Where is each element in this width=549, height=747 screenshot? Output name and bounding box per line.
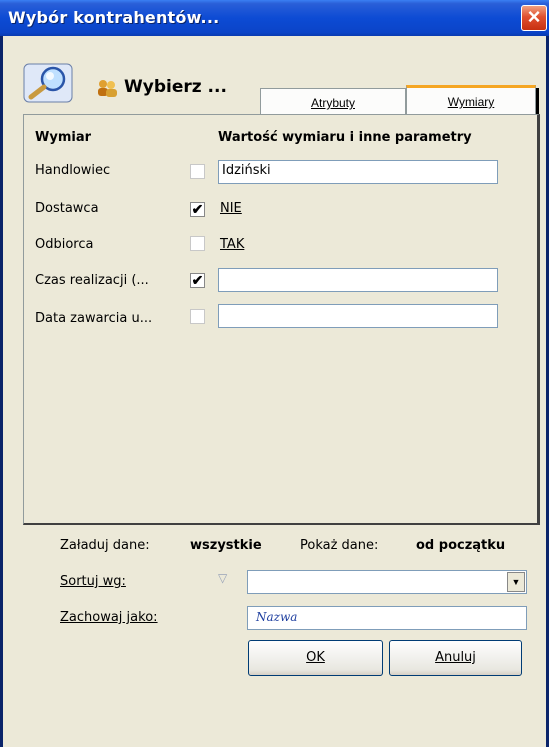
window-title: Wybór kontrahentów... (8, 8, 220, 27)
load-data-value[interactable]: wszystkie (190, 538, 262, 553)
dimension-value-input[interactable] (218, 268, 498, 292)
dimension-checkbox[interactable] (190, 164, 205, 179)
save-as-label: Zachowaj jako: (60, 610, 158, 625)
users-icon (98, 80, 117, 97)
sort-select[interactable]: ▼ (247, 570, 527, 594)
tab-wymiary[interactable]: Wymiary (406, 85, 539, 118)
column-header-dimension: Wymiar (35, 130, 91, 145)
cancel-button[interactable]: Anuluj (389, 640, 522, 676)
dimension-label: Dostawca (35, 201, 99, 216)
save-as-input[interactable]: Nazwa (247, 606, 527, 630)
column-header-value: Wartość wymiaru i inne parametry (218, 130, 472, 145)
dimension-value-input[interactable]: Idziński (218, 160, 498, 184)
load-data-label: Załaduj dane: (60, 538, 150, 553)
dimension-value-link[interactable]: TAK (220, 237, 244, 252)
ok-button-label: OK (306, 650, 325, 665)
dimension-checkbox[interactable] (190, 236, 205, 251)
chevron-down-icon[interactable]: ▼ (507, 572, 525, 592)
dimension-label: Czas realizacji (... (35, 273, 149, 288)
dimension-label: Handlowiec (35, 163, 111, 178)
dimension-value-link[interactable]: NIE (220, 201, 242, 216)
dimension-checkbox[interactable]: ✔ (190, 273, 205, 288)
tab-label: Atrybuty (310, 96, 355, 110)
select-label[interactable]: Wybierz ... (124, 77, 227, 97)
close-icon: × (527, 4, 541, 29)
magnifier-icon[interactable] (23, 63, 73, 103)
show-data-label: Pokaż dane: (300, 538, 379, 553)
dimension-value-input[interactable] (218, 304, 498, 328)
filter-icon[interactable]: ▽ (218, 571, 227, 585)
dialog-window: Wybór kontrahentów... × Wybierz ... Atry… (0, 0, 549, 747)
tab-label: Wymiary (447, 95, 495, 109)
dimension-label: Data zawarcia u... (35, 311, 153, 326)
tab-atrybuty[interactable]: Atrybuty (260, 88, 406, 114)
ok-button[interactable]: OK (248, 640, 383, 676)
dimension-checkbox[interactable] (190, 309, 205, 324)
sort-label: Sortuj wg: (60, 574, 126, 589)
dimension-label: Odbiorca (35, 237, 94, 252)
dimension-checkbox[interactable]: ✔ (190, 202, 205, 217)
title-bar[interactable]: Wybór kontrahentów... × (0, 0, 549, 36)
show-data-value[interactable]: od początku (416, 538, 505, 553)
close-button[interactable]: × (521, 5, 547, 31)
cancel-button-label: Anuluj (435, 650, 476, 665)
